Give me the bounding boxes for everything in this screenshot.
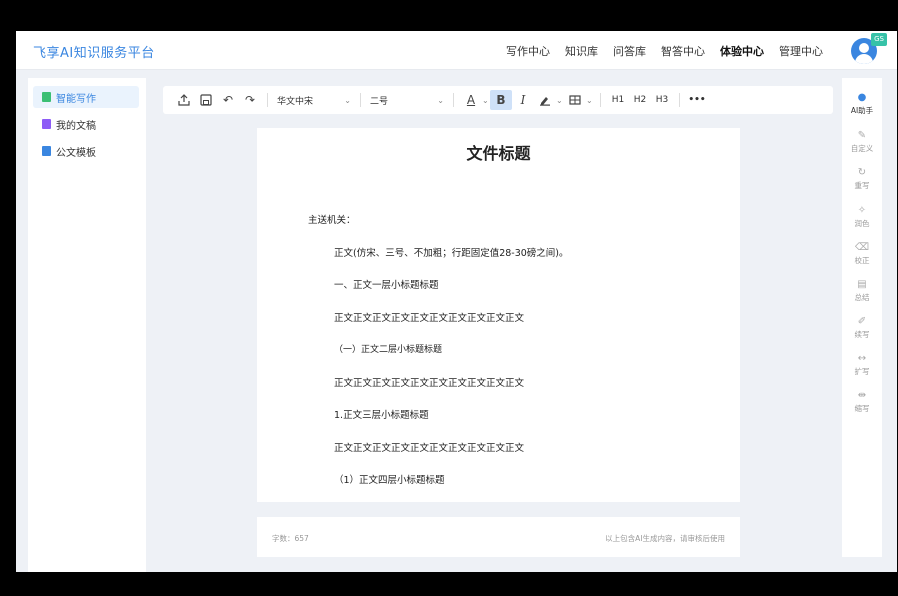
export-icon[interactable] xyxy=(173,90,195,110)
avatar-body-shape xyxy=(855,54,873,64)
polish-icon: ✧ xyxy=(857,205,867,216)
document-line[interactable]: （1）正文四层小标题标题 xyxy=(334,472,445,486)
edit-icon: ✎ xyxy=(857,130,867,141)
nav-smart-answer[interactable]: 智答中心 xyxy=(661,43,705,59)
editor-toolbar: ↶ ↷ 华文中宋 ⌄ 二号 ⌄ A ⌄ B I ⌄ ⌄ H1 H2 H3 ••• xyxy=(163,86,833,114)
ai-continue-button[interactable]: ✐ 续写 xyxy=(842,316,882,340)
more-options-icon[interactable]: ••• xyxy=(686,95,708,105)
document-page[interactable]: 文件标题 主送机关： 正文(仿宋、三号、不加粗；行距固定值28-30磅之间)。 … xyxy=(257,128,740,502)
heading2-button[interactable]: H2 xyxy=(629,95,651,105)
chevron-down-icon: ⌄ xyxy=(344,95,351,105)
document-line[interactable]: 正文正文正文正文正文正文正文正文正文正文 xyxy=(334,375,524,389)
ai-item-label: AI助手 xyxy=(850,106,874,115)
correct-icon: ⌫ xyxy=(854,242,870,253)
editor-footer: 字数：657 以上包含AI生成内容，请审核后使用 xyxy=(257,517,740,557)
chevron-down-icon[interactable]: ⌄ xyxy=(556,96,564,105)
toolbar-divider xyxy=(267,93,268,107)
toolbar-divider xyxy=(360,93,361,107)
ai-content-note: 以上包含AI生成内容，请审核后使用 xyxy=(605,534,725,543)
font-family-select[interactable]: 华文中宋 ⌄ xyxy=(274,91,354,109)
document-recipient[interactable]: 主送机关： xyxy=(308,212,356,226)
app-screen: 飞享AI知识服务平台 写作中心 知识库 问答库 智答中心 体验中心 管理中心 G… xyxy=(16,31,897,572)
ai-assistant-icon: ● xyxy=(857,92,867,103)
font-color-button[interactable]: A xyxy=(460,90,482,110)
undo-icon[interactable]: ↶ xyxy=(217,90,239,110)
ai-polish-button[interactable]: ✧ 润色 xyxy=(842,205,882,229)
template-icon xyxy=(42,146,51,156)
heading1-button[interactable]: H1 xyxy=(607,95,629,105)
sidebar-item-my-drafts[interactable]: 我的文稿 xyxy=(33,113,139,135)
italic-button[interactable]: I xyxy=(512,90,534,110)
refresh-icon: ↻ xyxy=(857,167,867,178)
shrink-icon: ⇹ xyxy=(857,390,867,401)
brand-title: 飞享AI知识服务平台 xyxy=(33,46,155,61)
expand-icon: ↔ xyxy=(857,353,867,364)
font-size-value: 二号 xyxy=(370,96,389,107)
doc-icon xyxy=(42,119,51,129)
avatar-badge: GS xyxy=(871,33,887,46)
table-icon[interactable] xyxy=(564,90,586,110)
ai-item-label: 校正 xyxy=(854,256,870,265)
chevron-down-icon[interactable]: ⌄ xyxy=(586,96,594,105)
avatar-head-shape xyxy=(859,43,869,53)
toolbar-divider xyxy=(453,93,454,107)
ai-item-label: 自定义 xyxy=(850,144,874,153)
continue-icon: ✐ xyxy=(857,316,867,327)
save-icon[interactable] xyxy=(195,90,217,110)
ai-item-label: 重写 xyxy=(854,181,870,190)
redo-icon[interactable]: ↷ xyxy=(239,90,261,110)
sidebar-item-label: 公文模板 xyxy=(56,147,96,159)
bold-button[interactable]: B xyxy=(490,90,512,110)
ai-summary-button[interactable]: ▤ 总结 xyxy=(842,279,882,303)
ai-expand-button[interactable]: ↔ 扩写 xyxy=(842,353,882,377)
main-nav: 写作中心 知识库 问答库 智答中心 体验中心 管理中心 xyxy=(506,43,823,59)
ai-shrink-button[interactable]: ⇹ 缩写 xyxy=(842,390,882,414)
font-family-value: 华文中宋 xyxy=(277,96,314,107)
document-line[interactable]: 1.正文三层小标题标题 xyxy=(334,407,429,421)
ai-correct-button[interactable]: ⌫ 校正 xyxy=(842,242,882,266)
pen-doc-icon xyxy=(42,92,51,102)
sidebar-item-smart-writing[interactable]: 智能写作 xyxy=(33,86,139,108)
ai-item-label: 润色 xyxy=(854,219,870,228)
nav-qa-base[interactable]: 问答库 xyxy=(613,43,646,59)
document-line[interactable]: 正文正文正文正文正文正文正文正文正文正文 xyxy=(334,440,524,454)
sidebar-item-label: 我的文稿 xyxy=(56,120,96,132)
nav-writing-center[interactable]: 写作中心 xyxy=(506,43,550,59)
ai-tools-panel: ● AI助手 ✎ 自定义 ↻ 重写 ✧ 润色 ⌫ 校正 ▤ 总结 ✐ 续写 ↔ xyxy=(842,78,882,557)
document-line[interactable]: 正文正文正文正文正文正文正文正文正文正文 xyxy=(334,310,524,324)
ai-item-label: 扩写 xyxy=(854,367,870,376)
nav-knowledge-base[interactable]: 知识库 xyxy=(565,43,598,59)
toolbar-divider xyxy=(600,93,601,107)
sidebar-item-label: 智能写作 xyxy=(56,93,96,105)
ai-rewrite-button[interactable]: ↻ 重写 xyxy=(842,167,882,191)
heading3-button[interactable]: H3 xyxy=(651,95,673,105)
ai-assistant-button[interactable]: ● AI助手 xyxy=(842,92,882,116)
word-count: 字数：657 xyxy=(272,534,309,543)
document-line[interactable]: 正文(仿宋、三号、不加粗；行距固定值28-30磅之间)。 xyxy=(334,245,569,259)
document-line[interactable]: 一、正文一层小标题标题 xyxy=(334,277,439,291)
ai-item-label: 续写 xyxy=(854,330,870,339)
ai-item-label: 总结 xyxy=(854,293,870,302)
top-bar: 飞享AI知识服务平台 写作中心 知识库 问答库 智答中心 体验中心 管理中心 G… xyxy=(16,31,897,70)
font-size-select[interactable]: 二号 ⌄ xyxy=(367,91,447,109)
document-title[interactable]: 文件标题 xyxy=(257,140,740,164)
nav-admin-center[interactable]: 管理中心 xyxy=(779,43,823,59)
summary-icon: ▤ xyxy=(857,279,867,290)
document-line[interactable]: （一）正文二层小标题标题 xyxy=(334,342,442,355)
chevron-down-icon[interactable]: ⌄ xyxy=(482,96,490,105)
ai-custom-button[interactable]: ✎ 自定义 xyxy=(842,130,882,154)
toolbar-divider xyxy=(679,93,680,107)
ai-item-label: 缩写 xyxy=(854,404,870,413)
chevron-down-icon: ⌄ xyxy=(437,95,444,105)
highlight-icon[interactable] xyxy=(534,90,556,110)
sidebar-item-templates[interactable]: 公文模板 xyxy=(33,140,139,162)
nav-experience-center[interactable]: 体验中心 xyxy=(720,43,764,59)
sidebar: 智能写作 我的文稿 公文模板 xyxy=(28,78,146,572)
